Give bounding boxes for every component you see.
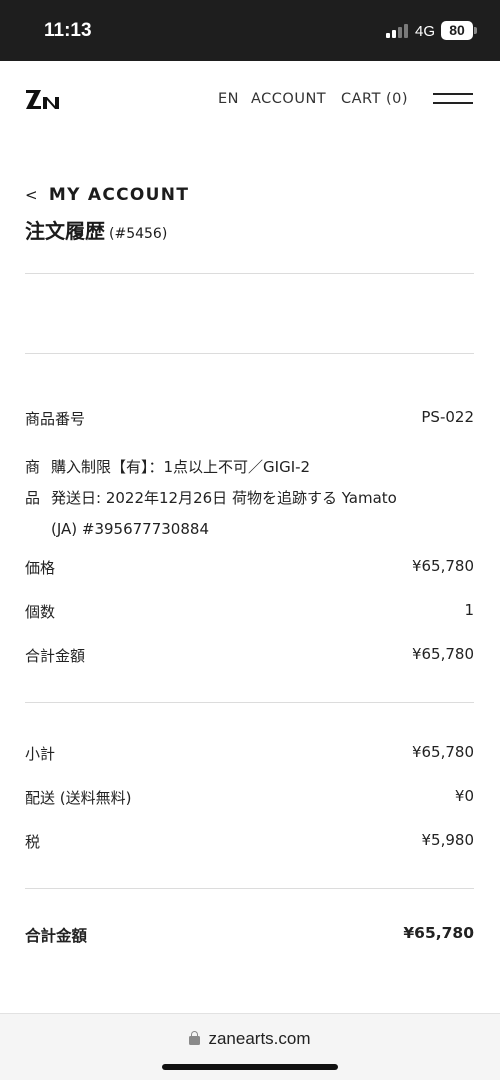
divider — [25, 888, 474, 889]
subtotal-value: ¥65,780 — [411, 743, 474, 761]
product-label-char-1: 商 — [25, 458, 41, 476]
subtotal-label: 小計 — [25, 745, 56, 763]
home-indicator[interactable] — [162, 1064, 338, 1070]
hamburger-menu-icon[interactable] — [433, 93, 473, 105]
subtotal-row: 小計 ¥65,780 — [25, 743, 474, 764]
battery-cap — [474, 27, 477, 34]
nav-language-en[interactable]: EN — [218, 91, 239, 107]
network-type: 4G — [415, 23, 436, 40]
lock-icon — [189, 1031, 201, 1045]
signal-icon — [386, 24, 410, 38]
product-label-char-2: 品 — [25, 489, 41, 507]
divider — [25, 273, 474, 274]
battery-icon: 80 — [441, 21, 473, 40]
grand-total-label: 合計金額 — [25, 927, 88, 945]
grand-total-value: ¥65,780 — [403, 924, 474, 942]
shipping-tracking-line[interactable]: 発送日: 2022年12月26日 荷物を追跡する Yamato — [51, 487, 397, 508]
url-text: zanearts.com — [208, 1029, 311, 1048]
shipping-label: 配送 (送料無料) — [25, 789, 132, 807]
tax-label: 税 — [25, 833, 41, 851]
product-code-row: 商品番号 PS-022 — [25, 408, 474, 429]
price-row: 価格 ¥65,780 — [25, 557, 474, 578]
divider — [25, 353, 474, 354]
tax-value: ¥5,980 — [421, 831, 475, 849]
page-title-row: 注文履歴 (#5456) — [25, 215, 167, 244]
price-label: 価格 — [25, 559, 56, 577]
shipping-value: ¥0 — [454, 787, 474, 805]
divider — [25, 702, 474, 703]
status-bar: 11:13 4G 80 — [0, 0, 500, 61]
grand-total-row: 合計金額 ¥65,780 — [25, 924, 474, 946]
quantity-row: 個数 1 — [25, 601, 474, 622]
order-number: (#5456) — [109, 226, 168, 242]
address-bar[interactable]: zanearts.com — [0, 1029, 500, 1049]
tracking-number[interactable]: (JA) #395677730884 — [51, 520, 209, 538]
browser-bottom-bar: zanearts.com — [0, 1013, 500, 1080]
chevron-left-icon: < — [25, 186, 39, 204]
back-label: MY ACCOUNT — [48, 185, 190, 205]
nav-cart-link[interactable]: CART (0) — [341, 91, 408, 107]
status-time: 11:13 — [44, 20, 92, 41]
shipping-row: 配送 (送料無料) ¥0 — [25, 787, 474, 808]
line-total-row: 合計金額 ¥65,780 — [25, 645, 474, 666]
quantity-label: 個数 — [25, 603, 56, 621]
line-total-value: ¥65,780 — [411, 645, 474, 663]
product-code-label: 商品番号 — [25, 410, 86, 428]
tax-row: 税 ¥5,980 — [25, 831, 474, 852]
zane-arts-logo[interactable] — [25, 88, 61, 110]
line-total-label: 合計金額 — [25, 647, 86, 665]
product-info: 商 購入制限【有】：1点以上不可／GIGI-2 品 発送日: 2022年12月2… — [25, 451, 474, 544]
page-title: 注文履歴 — [25, 219, 105, 243]
product-name-line[interactable]: 購入制限【有】：1点以上不可／GIGI-2 — [51, 456, 310, 477]
product-code-value: PS-022 — [421, 408, 474, 426]
back-to-my-account-link[interactable]: < MY ACCOUNT — [25, 185, 189, 205]
price-value: ¥65,780 — [411, 557, 474, 575]
quantity-value: 1 — [464, 601, 474, 619]
nav-account-link[interactable]: ACCOUNT — [251, 91, 326, 107]
